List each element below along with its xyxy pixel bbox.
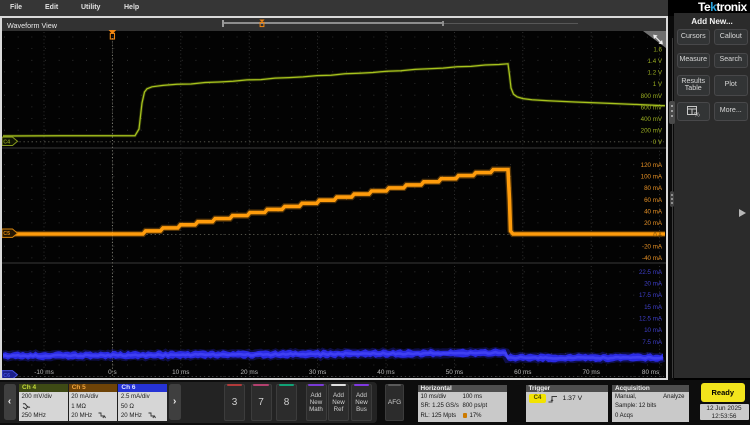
svg-text:-20 mA: -20 mA xyxy=(642,243,663,250)
svg-text:30 ms: 30 ms xyxy=(309,369,326,376)
svg-text:50 ms: 50 ms xyxy=(446,369,463,376)
svg-text:15 mA: 15 mA xyxy=(644,304,663,311)
svg-text:120 mA: 120 mA xyxy=(641,162,663,169)
svg-text:-40 mA: -40 mA xyxy=(642,255,663,262)
svg-text:0 s: 0 s xyxy=(108,369,117,376)
svg-text:0 V: 0 V xyxy=(653,139,663,146)
svg-text:100 mA: 100 mA xyxy=(641,174,663,181)
svg-text:22.5 mA: 22.5 mA xyxy=(639,269,663,276)
svg-text:20 mA: 20 mA xyxy=(644,281,663,288)
svg-text:20 mA: 20 mA xyxy=(644,220,663,227)
svg-text:600 mV: 600 mV xyxy=(641,104,663,111)
svg-text:60 mA: 60 mA xyxy=(644,197,663,204)
svg-text:7.5 mA: 7.5 mA xyxy=(642,339,662,346)
svg-text:20 ms: 20 ms xyxy=(240,369,257,376)
svg-text:40 ms: 40 ms xyxy=(377,369,394,376)
svg-text:200 mV: 200 mV xyxy=(641,128,663,135)
svg-text:1 V: 1 V xyxy=(653,81,663,88)
svg-text:C5: C5 xyxy=(3,231,10,237)
svg-text:80 ms: 80 ms xyxy=(642,369,659,376)
svg-text:1.4 V: 1.4 V xyxy=(648,58,663,65)
svg-text:400 mV: 400 mV xyxy=(641,116,663,123)
svg-text:40 mA: 40 mA xyxy=(644,209,663,216)
svg-text:12.5 mA: 12.5 mA xyxy=(639,316,663,323)
svg-text:80 mA: 80 mA xyxy=(644,185,663,192)
svg-text:-10 ms: -10 ms xyxy=(34,369,54,376)
svg-text:C4: C4 xyxy=(3,139,10,145)
svg-text:1.6: 1.6 xyxy=(653,46,662,53)
svg-text:60 ms: 60 ms xyxy=(514,369,531,376)
svg-text:10 mA: 10 mA xyxy=(644,327,663,334)
svg-text:10 ms: 10 ms xyxy=(172,369,189,376)
svg-text:70 ms: 70 ms xyxy=(582,369,599,376)
svg-text:%: % xyxy=(694,111,700,117)
svg-text:0 A: 0 A xyxy=(653,233,662,239)
svg-text:1.2 V: 1.2 V xyxy=(648,70,663,77)
svg-text:C6: C6 xyxy=(3,373,10,378)
svg-text:800 mV: 800 mV xyxy=(641,93,663,100)
svg-text:17.5 mA: 17.5 mA xyxy=(639,292,663,299)
